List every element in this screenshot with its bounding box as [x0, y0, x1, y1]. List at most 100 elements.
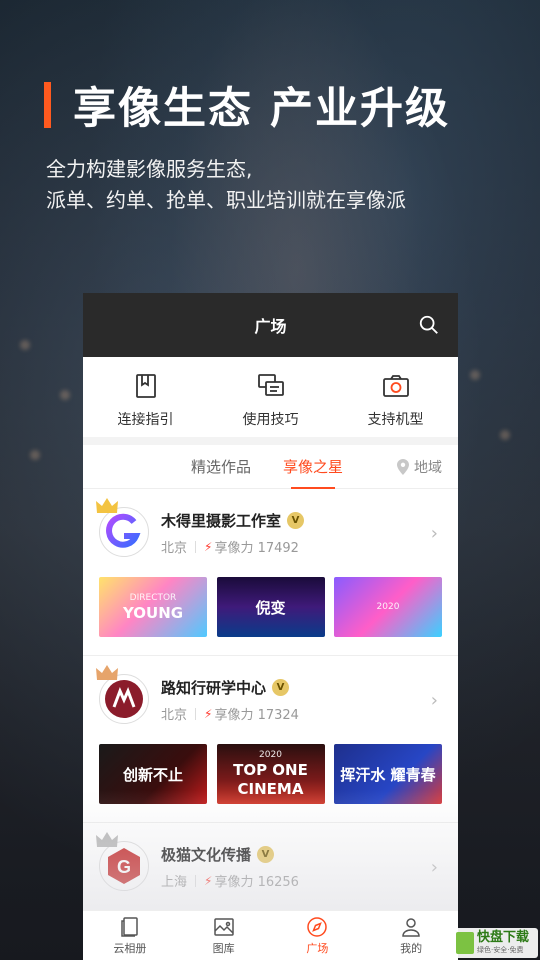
svg-text:G: G	[117, 857, 131, 877]
chevron-right-icon[interactable]: ›	[431, 857, 438, 878]
studio-avatar	[96, 665, 151, 726]
studio-name: 木得里摄影工作室 V	[161, 510, 442, 531]
studio-logo-icon	[106, 513, 141, 548]
studio-card[interactable]: 木得里摄影工作室 V 北京 ⚡ 享像力 17492 › DIRECTOR YOUN…	[83, 489, 458, 655]
studio-logo-icon: G	[108, 848, 140, 884]
thumb-title: 创新不止	[122, 765, 183, 784]
work-thumbnail[interactable]: 倪变	[216, 577, 325, 637]
thumb-title: 倪变	[255, 598, 286, 617]
hero-subtitle-line2: 派单、约单、抢单、职业培训就在享像派	[46, 188, 406, 212]
tabbar-label: 我的	[400, 941, 423, 955]
studio-thumbnails: 创新不止 2020 TOP ONE CINEMA 挥汗水 耀青春	[99, 744, 442, 822]
bottom-tabbar: 云相册 图库 广场 我的	[83, 910, 458, 960]
verified-badge-icon: V	[272, 679, 290, 696]
tabbar-label: 广场	[306, 941, 329, 955]
tabbar-label: 云相册	[113, 941, 147, 955]
tabbar-item-square[interactable]: 广场	[271, 911, 365, 960]
location-pin-icon	[397, 459, 409, 475]
work-thumbnail[interactable]: 挥汗水 耀青春	[334, 744, 442, 804]
lightning-icon: ⚡	[204, 539, 213, 554]
thumb-caption: 2020	[376, 602, 400, 612]
studio-meta: 北京 ⚡ 享像力 17492	[161, 537, 442, 557]
studio-thumbnails: DIRECTOR YOUNG 倪变 2020	[99, 577, 442, 655]
studio-info: 极猫文化传播 V 上海 ⚡ 享像力 16256	[161, 844, 442, 890]
tabbar-label: 图库	[212, 941, 235, 955]
tabbar-item-mine[interactable]: 我的	[364, 911, 458, 960]
tab-featured[interactable]: 精选作品	[191, 456, 251, 477]
chat-icon	[257, 374, 284, 396]
quick-link-label: 支持机型	[367, 412, 424, 428]
site-watermark: 快盘下载 绿色·安全·免费	[452, 928, 538, 958]
crown-icon	[96, 498, 118, 513]
lightning-icon: ⚡	[204, 706, 213, 721]
lightning-icon: ⚡	[204, 873, 213, 888]
quick-link-tips[interactable]: 使用技巧	[208, 357, 333, 437]
verified-badge-icon: V	[287, 512, 305, 529]
studio-avatar: G	[96, 832, 151, 893]
chevron-right-icon[interactable]: ›	[431, 690, 438, 711]
studio-city: 北京	[161, 541, 188, 556]
divider	[195, 874, 197, 887]
thumb-caption: DIRECTOR	[129, 592, 177, 603]
book-icon	[135, 374, 156, 398]
divider	[195, 540, 197, 553]
crown-icon	[96, 665, 118, 680]
person-icon	[402, 917, 420, 937]
hero-headline: 享像生态 产业升级	[44, 74, 450, 136]
thumb-caption: 2020	[259, 750, 282, 760]
crown-icon	[96, 832, 118, 847]
app-header: 广场	[83, 293, 458, 357]
studio-card[interactable]: G 极猫文化传播 V 上海 ⚡ 享像力 16256 ›	[83, 822, 458, 897]
work-thumbnail[interactable]: DIRECTOR YOUNG	[99, 577, 207, 637]
studio-info: 路知行研学中心 V 北京 ⚡ 享像力 17324	[161, 677, 442, 723]
tab-stars[interactable]: 享像之星	[283, 456, 343, 489]
studio-logo-icon	[105, 680, 143, 718]
region-label: 地域	[414, 460, 442, 476]
hero-subtitle-line1: 全力构建影像服务生态,	[46, 157, 253, 181]
hero-subtitle: 全力构建影像服务生态, 派单、约单、抢单、职业培训就在享像派	[46, 154, 406, 216]
camera-icon	[382, 375, 409, 397]
studio-info: 木得里摄影工作室 V 北京 ⚡ 享像力 17492	[161, 510, 442, 556]
app-screen: 广场 连接指引 使用技巧 支持机型 精选作品 享像之星 地域 木得里摄影工作室 …	[83, 293, 458, 960]
album-icon	[121, 916, 138, 937]
hero-title: 享像生态 产业升级	[73, 84, 450, 134]
tabbar-item-gallery[interactable]: 图库	[177, 911, 271, 960]
studio-header: 木得里摄影工作室 V 北京 ⚡ 享像力 17492 ›	[96, 498, 442, 563]
region-filter[interactable]: 地域	[396, 457, 442, 477]
studio-name-text: 木得里摄影工作室	[161, 512, 282, 530]
studio-header: G 极猫文化传播 V 上海 ⚡ 享像力 16256 ›	[96, 832, 442, 897]
search-icon[interactable]	[418, 314, 440, 336]
studio-power: 享像力 17324	[214, 708, 299, 723]
thumb-title: TOP ONE CINEMA	[233, 761, 308, 798]
studio-name-text: 路知行研学中心	[161, 679, 267, 697]
work-thumbnail[interactable]: 2020	[334, 577, 442, 637]
thumb-title: YOUNG	[122, 603, 184, 622]
studio-name: 极猫文化传播 V	[161, 844, 442, 865]
work-thumbnail[interactable]: 2020 TOP ONE CINEMA	[216, 744, 325, 804]
divider	[195, 707, 197, 720]
watermark-tagline: 绿色·安全·免费	[477, 946, 524, 954]
studio-name: 路知行研学中心 V	[161, 677, 442, 698]
header-title: 广场	[254, 317, 287, 336]
studio-meta: 北京 ⚡ 享像力 17324	[161, 704, 442, 724]
chevron-right-icon[interactable]: ›	[431, 523, 438, 544]
quick-link-models[interactable]: 支持机型	[333, 357, 458, 437]
verified-badge-icon: V	[257, 846, 275, 863]
quick-link-label: 使用技巧	[242, 412, 299, 428]
studio-card[interactable]: 路知行研学中心 V 北京 ⚡ 享像力 17324 › 创新不止 2020 TOP …	[83, 655, 458, 822]
tabbar-item-album[interactable]: 云相册	[83, 911, 177, 960]
accent-bar	[44, 82, 51, 128]
quick-link-guide[interactable]: 连接指引	[83, 357, 208, 437]
quick-links: 连接指引 使用技巧 支持机型	[83, 357, 458, 445]
quick-link-label: 连接指引	[117, 412, 174, 428]
thumb-title: 挥汗水 耀青春	[340, 765, 436, 784]
content-tabs: 精选作品 享像之星 地域	[83, 445, 458, 489]
gallery-icon	[213, 917, 234, 936]
watermark-title: 快盘下载	[477, 930, 530, 945]
work-thumbnail[interactable]: 创新不止	[99, 744, 207, 804]
studio-power: 享像力 17492	[214, 541, 299, 556]
studio-avatar	[96, 498, 151, 559]
studio-city: 上海	[161, 875, 188, 890]
studio-header: 路知行研学中心 V 北京 ⚡ 享像力 17324 ›	[96, 665, 442, 730]
watermark-logo-icon	[456, 932, 474, 954]
